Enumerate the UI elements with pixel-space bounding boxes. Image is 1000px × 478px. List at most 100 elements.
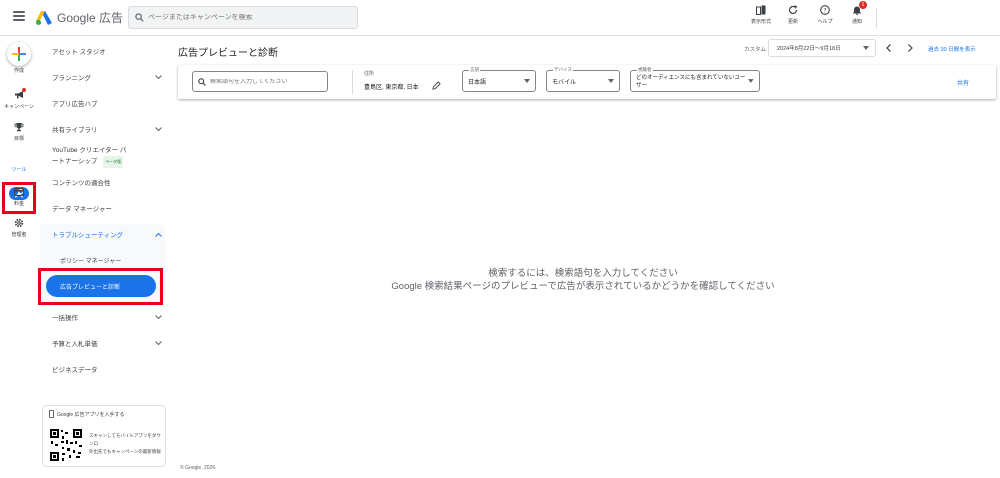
rail-item-campaign[interactable]: キャンペーン xyxy=(0,88,38,110)
language-label: 言語 xyxy=(469,67,480,73)
help-label: ヘルプ xyxy=(817,19,833,25)
app-card-desc-1: スキャンしてモバイルアプリをダウンロ xyxy=(89,433,161,446)
beta-badge: ベータ版 xyxy=(103,156,124,168)
copyright: © Google, 2026. xyxy=(180,465,217,471)
language-select[interactable]: 言語 日本語 xyxy=(462,67,536,92)
nav-item-troubleshooting[interactable]: トラブルシューティング xyxy=(52,229,162,239)
nav-item-planning[interactable]: プランニング xyxy=(52,72,162,82)
refresh-button[interactable]: 更新 xyxy=(780,4,806,25)
campaign-alert-dot xyxy=(22,88,26,92)
nav-business-data-label: ビジネスデータ xyxy=(52,367,98,374)
notification-label: 通知 xyxy=(851,19,862,25)
notification-button[interactable]: 1 通知 xyxy=(844,1,870,25)
compare-link[interactable]: 過去 30 日間を表示 xyxy=(928,45,976,53)
date-prev-button[interactable] xyxy=(883,43,893,53)
nav-item-app-ads-hub[interactable]: アプリ広告ハブ xyxy=(52,98,162,108)
bell-icon: 1 xyxy=(851,1,867,16)
nav-item-asset-studio[interactable]: アセット スタジオ xyxy=(52,46,162,56)
page-title: 広告プレビューと診断 xyxy=(178,48,278,59)
view-label: 表示形式 xyxy=(750,19,771,25)
nav-item-bulk-actions[interactable]: 一括操作 xyxy=(52,312,162,322)
view-button[interactable]: 表示形式 xyxy=(748,4,774,25)
rail-tools-label-wrap: ツール xyxy=(0,166,38,173)
top-bar: Google 広告 表示形式 更新 ? ヘルプ xyxy=(0,0,1000,36)
nav-item-budgets-bidding[interactable]: 予算と入札単価 xyxy=(52,338,162,348)
app-card-desc-2: 外出先でもキャンペーンの最新情報 xyxy=(89,449,161,454)
rail-item-goals[interactable]: 目標 xyxy=(0,121,38,142)
rail-create-label-wrap: 作成 xyxy=(0,67,38,74)
app-card-title: Google 広告アプリを入手する xyxy=(49,410,125,418)
date-range-value: 2024年8月22日～9月18日 xyxy=(777,46,841,52)
filter-divider xyxy=(352,70,353,94)
chevron-right-icon xyxy=(907,44,913,52)
nav-item-content-suitability[interactable]: コンテンツの適合性 xyxy=(52,177,162,187)
rail-admin-label: 管理者 xyxy=(11,232,27,238)
refresh-label: 更新 xyxy=(787,19,798,25)
chevron-down-icon xyxy=(154,125,162,133)
plus-icon xyxy=(12,47,26,61)
empty-state-line-1: 検索するには、検索語句を入力してください xyxy=(488,268,678,279)
nav-troubleshooting-label: トラブルシューティング xyxy=(52,232,124,239)
nav-bulk-actions-label: 一括操作 xyxy=(52,315,78,322)
nav-policy-manager-label: ポリシー マネージャー xyxy=(60,259,122,265)
device-label: デバイス xyxy=(553,67,573,73)
chevron-up-icon xyxy=(154,230,162,238)
keyword-input-box[interactable] xyxy=(192,71,328,92)
search-icon xyxy=(198,77,206,86)
app-card-description: スキャンしてモバイルアプリをダウンロ 外出先でもキャンペーンの最新情報 xyxy=(89,432,165,456)
caret-down-icon xyxy=(863,46,869,50)
search-input[interactable] xyxy=(148,14,348,21)
nav-item-policy-manager[interactable]: ポリシー マネージャー xyxy=(60,256,121,265)
nav-asset-studio-label: アセット スタジオ xyxy=(52,49,106,56)
create-button[interactable] xyxy=(7,42,31,66)
google-ads-logo[interactable]: Google 広告 xyxy=(36,9,123,26)
nav-content-suitability-label: コンテンツの適合性 xyxy=(52,180,111,187)
audience-value: どのオーディエンスにも含まれていないユーザー xyxy=(636,75,746,89)
megaphone-icon xyxy=(13,88,26,101)
left-rail: 作成 キャンペーン 目標 ツール 料金 管理者 xyxy=(0,36,38,478)
nav-item-youtube-creator[interactable]: YouTube クリエイター パ ートナーシップ ベータ版 xyxy=(52,146,162,168)
edit-pencil-icon[interactable] xyxy=(432,81,441,90)
nav-ad-preview-label: 広告プレビューと診断 xyxy=(60,284,121,291)
search-icon xyxy=(135,13,144,22)
nav-youtube-creator-label-2: ートナーシップ xyxy=(52,158,98,165)
nav-youtube-creator-label-1: YouTube クリエイター パ xyxy=(52,147,127,154)
nav-shared-library-label: 共有ライブラリ xyxy=(52,127,98,134)
svg-text:?: ? xyxy=(823,7,826,14)
phone-icon xyxy=(49,410,54,418)
nav-data-manager-label: データ マネージャー xyxy=(52,206,112,213)
rail-item-admin[interactable]: 管理者 xyxy=(0,217,38,238)
date-range-selector[interactable]: 2024年8月22日～9月18日 xyxy=(768,39,876,57)
caret-down-icon xyxy=(748,79,754,83)
empty-state-line-2: Google 検索結果ページのプレビューで広告が表示されているかどうかを確認して… xyxy=(391,281,775,292)
refresh-icon xyxy=(787,4,799,16)
nav-planning-label: プランニング xyxy=(52,75,91,82)
device-select[interactable]: デバイス モバイル xyxy=(546,67,620,92)
menu-icon[interactable] xyxy=(13,11,25,21)
date-next-button[interactable] xyxy=(905,43,915,53)
audience-select[interactable]: 視聴者 どのオーディエンスにも含まれていないユーザー xyxy=(630,67,760,92)
location-value: 豊島区, 東京都, 日本 xyxy=(364,85,419,91)
keyword-input[interactable] xyxy=(210,78,320,85)
gear-icon xyxy=(13,217,25,229)
qr-code-icon[interactable] xyxy=(49,428,83,462)
language-value: 日本語 xyxy=(468,79,487,86)
nav-item-business-data[interactable]: ビジネスデータ xyxy=(52,364,162,374)
nav-item-shared-library[interactable]: 共有ライブラリ xyxy=(52,124,162,134)
nav-budgets-bidding-label: 予算と入札単価 xyxy=(52,341,98,348)
top-divider xyxy=(876,8,877,28)
rail-item-billing[interactable]: 料金 xyxy=(0,186,38,207)
rail-create-label: 作成 xyxy=(13,68,24,74)
share-button[interactable]: 共有 xyxy=(957,78,969,87)
nav-app-ads-hub-label: アプリ広告ハブ xyxy=(52,101,98,108)
help-button[interactable]: ? ヘルプ xyxy=(812,4,838,25)
logo-text: Google 広告 xyxy=(57,11,124,25)
nav-item-ad-preview[interactable]: 広告プレビューと診断 xyxy=(46,275,156,297)
nav-item-data-manager[interactable]: データ マネージャー xyxy=(52,203,162,213)
google-ads-logo-icon xyxy=(36,10,52,25)
rail-goals-label: 目標 xyxy=(13,136,24,142)
search-box[interactable] xyxy=(128,6,358,29)
location-label: 住所 xyxy=(364,71,375,77)
date-custom-label: カスタム xyxy=(744,47,767,53)
device-value: モバイル xyxy=(552,79,577,86)
